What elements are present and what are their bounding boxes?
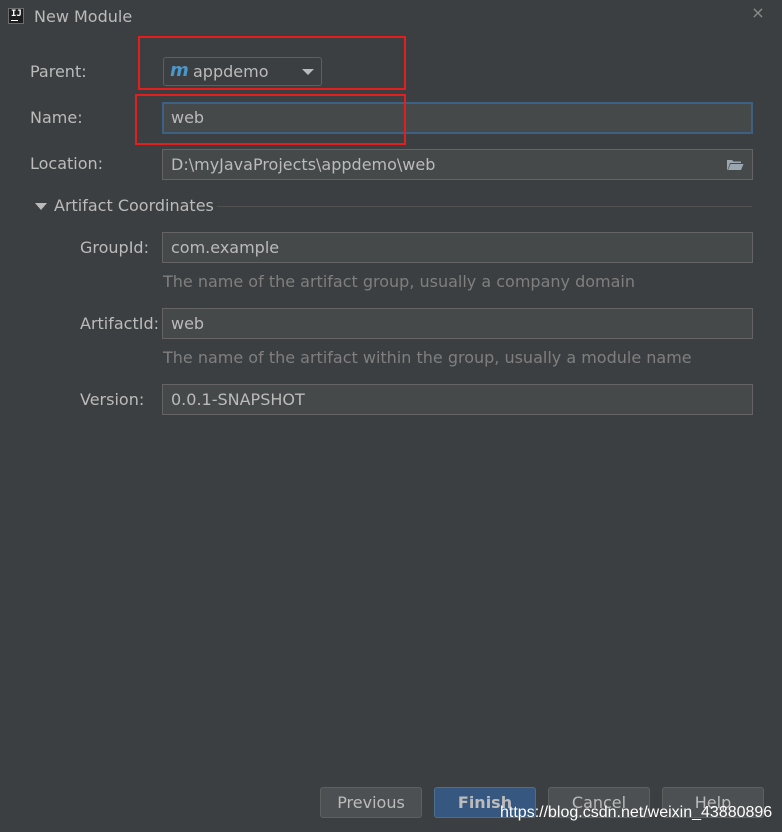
intellij-icon-text: IJ <box>11 9 22 19</box>
close-icon[interactable]: × <box>750 5 766 21</box>
version-label: Version: <box>80 390 145 409</box>
artifactid-label: ArtifactId: <box>80 314 160 333</box>
artifactid-hint: The name of the artifact within the grou… <box>163 348 692 367</box>
previous-button[interactable]: Previous <box>320 787 422 818</box>
artifact-section-title[interactable]: Artifact Coordinates <box>54 196 214 216</box>
groupid-label: GroupId: <box>80 238 149 257</box>
intellij-icon: IJ <box>8 8 24 24</box>
version-input[interactable]: 0.0.1-SNAPSHOT <box>162 384 753 415</box>
annotation-box-parent <box>138 36 406 90</box>
name-label: Name: <box>30 108 83 127</box>
location-value: D:\myJavaProjects\appdemo\web <box>171 155 436 174</box>
annotation-box-name <box>135 94 406 145</box>
parent-label: Parent: <box>30 62 87 81</box>
location-input[interactable]: D:\myJavaProjects\appdemo\web <box>162 149 753 180</box>
folder-icon[interactable] <box>726 158 744 171</box>
groupid-input[interactable]: com.example <box>162 232 753 263</box>
groupid-hint: The name of the artifact group, usually … <box>163 272 635 291</box>
location-label: Location: <box>30 154 104 173</box>
artifactid-input[interactable]: web <box>162 308 753 339</box>
new-module-dialog: IJ New Module × Parent: m appdemo Name: … <box>0 0 782 832</box>
watermark-text: https://blog.csdn.net/weixin_43880896 <box>500 804 773 821</box>
section-divider <box>217 206 752 207</box>
title-bar: IJ New Module × <box>0 0 782 34</box>
collapse-triangle-icon[interactable] <box>35 203 47 210</box>
window-title: New Module <box>34 7 133 26</box>
